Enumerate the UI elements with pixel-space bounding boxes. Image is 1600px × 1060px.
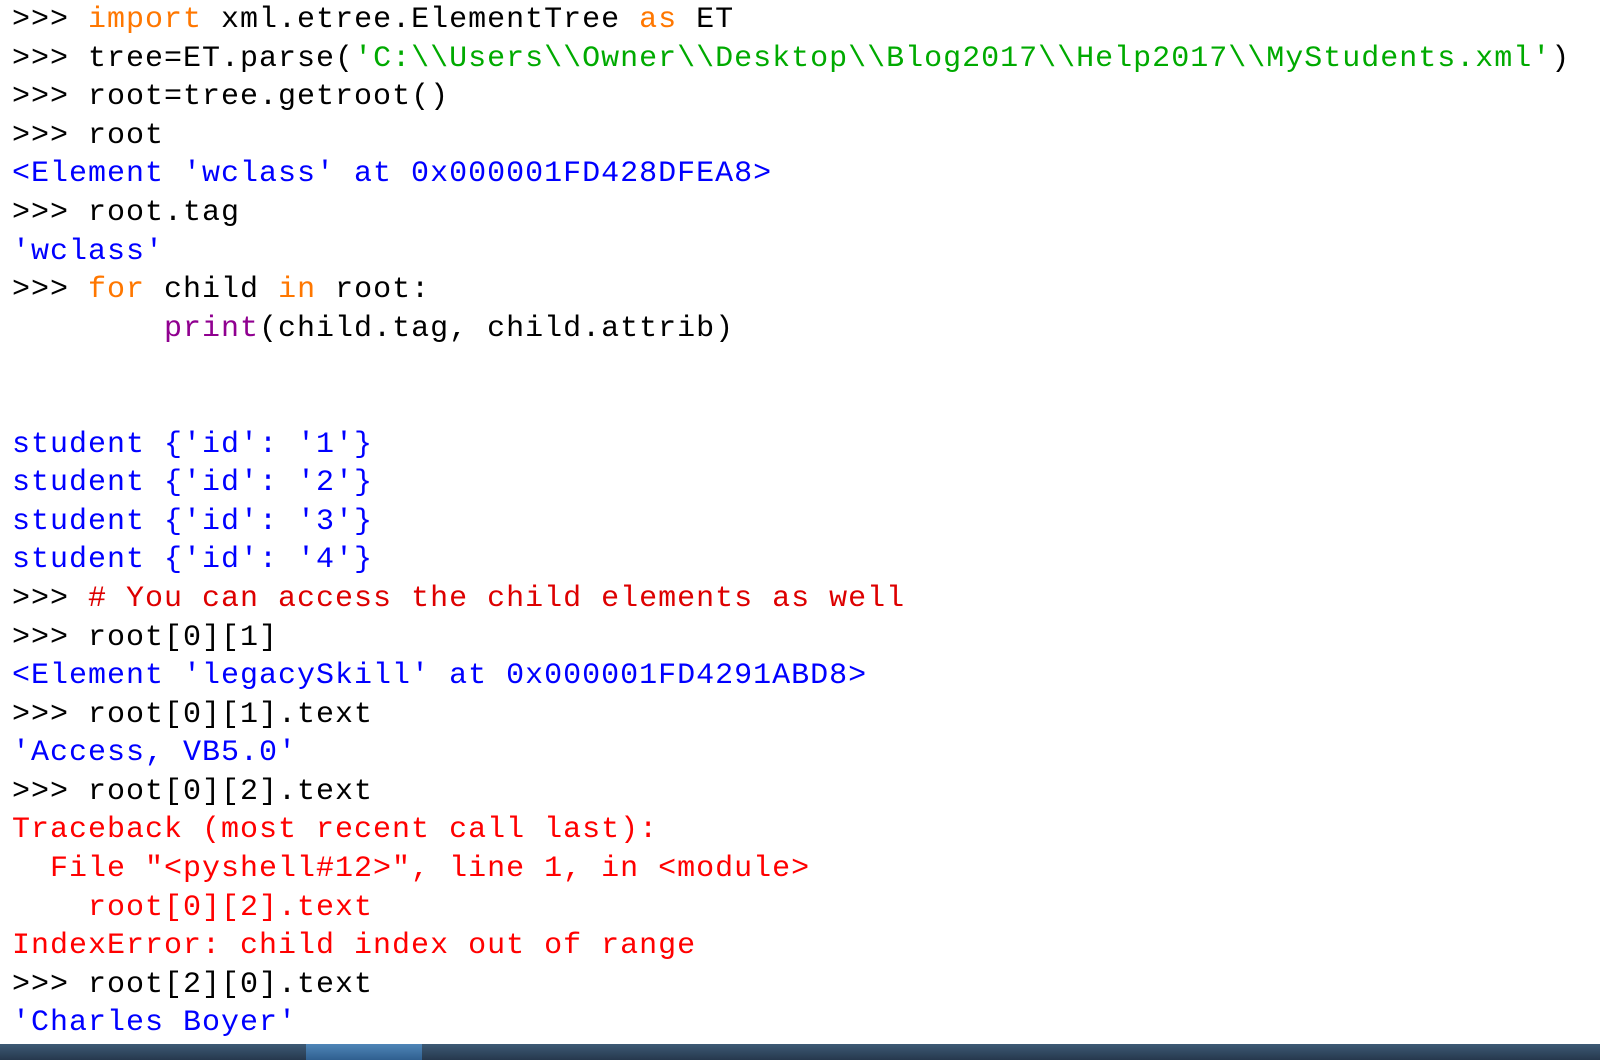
- shell-token: student {'id': '3'}: [12, 504, 374, 539]
- shell-token: 'C:\\Users\\Owner\\Desktop\\Blog2017\\He…: [354, 41, 1552, 76]
- shell-line: 'Charles Boyer': [12, 1004, 1570, 1043]
- shell-line: >>> root[2][0].text: [12, 966, 1570, 1005]
- shell-line: 'Access, VB5.0': [12, 734, 1570, 773]
- shell-token: root[0][1]: [88, 620, 279, 655]
- shell-token: (child.tag, child.attrib): [259, 311, 735, 346]
- shell-line: >>> root[0][2].text: [12, 773, 1570, 812]
- shell-token: root[0][2].text: [12, 890, 374, 925]
- shell-line: >>> root: [12, 117, 1570, 156]
- shell-line: >>> root=tree.getroot(): [12, 78, 1570, 117]
- shell-token: <Element 'legacySkill' at 0x000001FD4291…: [12, 659, 868, 694]
- shell-line: >>> import xml.etree.ElementTree as ET: [12, 1, 1570, 40]
- shell-prompt: >>>: [12, 620, 89, 655]
- shell-line: print(child.tag, child.attrib): [12, 310, 1570, 349]
- shell-token: student {'id': '4'}: [12, 543, 374, 578]
- shell-token: Traceback (most recent call last):: [12, 813, 659, 848]
- shell-token: root:: [316, 273, 431, 308]
- shell-line: >>> root.tag: [12, 194, 1570, 233]
- shell-line: >>> # You can access the child elements …: [12, 580, 1570, 619]
- shell-token: <Element 'wclass' at 0x000001FD428DFEA8>: [12, 157, 773, 192]
- shell-line: >>> tree=ET.parse('C:\\Users\\Owner\\Des…: [12, 40, 1570, 79]
- shell-token: student {'id': '1'}: [12, 427, 374, 462]
- shell-token: for: [88, 273, 146, 308]
- shell-prompt: >>>: [12, 967, 89, 1002]
- shell-line: File "<pyshell#12>", line 1, in <module>: [12, 850, 1570, 889]
- python-shell-window[interactable]: >>> import xml.etree.ElementTree as ET >>…: [0, 0, 1600, 1044]
- shell-line: <Element 'wclass' at 0x000001FD428DFEA8>: [12, 155, 1570, 194]
- shell-line: student {'id': '3'}: [12, 503, 1570, 542]
- taskbar-active-button[interactable]: [306, 1044, 422, 1060]
- shell-line: IndexError: child index out of range: [12, 927, 1570, 966]
- shell-token: root.tag: [88, 195, 241, 230]
- shell-prompt: >>>: [12, 195, 89, 230]
- shell-line: Traceback (most recent call last):: [12, 811, 1570, 850]
- shell-line: student {'id': '1'}: [12, 426, 1570, 465]
- shell-token: File "<pyshell#12>", line 1, in <module>: [12, 852, 811, 887]
- shell-token: [12, 312, 164, 346]
- shell-token: root[0][2].text: [88, 774, 374, 809]
- shell-prompt: >>>: [12, 3, 89, 37]
- shell-prompt: >>>: [12, 80, 89, 115]
- shell-prompt: >>>: [12, 774, 89, 809]
- shell-line: student {'id': '4'}: [12, 541, 1570, 580]
- shell-token: root[0][1].text: [88, 697, 374, 732]
- shell-prompt: >>>: [12, 273, 89, 308]
- shell-prompt: >>>: [12, 41, 89, 76]
- shell-line: >>> root[0][1].text: [12, 696, 1570, 735]
- shell-token: import: [88, 3, 203, 37]
- shell-token: 'Charles Boyer': [12, 1006, 298, 1041]
- shell-prompt: >>>: [12, 118, 89, 153]
- shell-prompt: >>>: [12, 581, 89, 616]
- shell-text-area[interactable]: >>> import xml.etree.ElementTree as ET >>…: [12, 1, 1570, 1043]
- shell-token: 'wclass': [12, 234, 165, 269]
- shell-token: in: [278, 273, 317, 308]
- shell-line: student {'id': '2'}: [12, 464, 1570, 503]
- shell-token: root=tree.getroot(): [88, 80, 450, 115]
- shell-token: tree=ET.parse(: [88, 41, 355, 76]
- shell-token: IndexError: child index out of range: [12, 929, 697, 964]
- shell-token: # You can access the child elements as w…: [88, 581, 906, 616]
- shell-prompt: >>>: [12, 697, 89, 732]
- shell-token: xml.etree.ElementTree: [202, 3, 640, 37]
- shell-token: print: [164, 311, 260, 346]
- shell-token: as: [639, 3, 678, 37]
- shell-token: student {'id': '2'}: [12, 466, 374, 501]
- shell-line: <Element 'legacySkill' at 0x000001FD4291…: [12, 657, 1570, 696]
- shell-line: root[0][2].text: [12, 889, 1570, 928]
- shell-token: root[2][0].text: [88, 967, 374, 1002]
- shell-token: 'Access, VB5.0': [12, 736, 298, 771]
- shell-token: child: [145, 273, 279, 308]
- shell-token: root: [88, 118, 165, 153]
- shell-token: ): [1551, 41, 1571, 76]
- shell-token: ET: [677, 3, 735, 37]
- taskbar: [0, 1044, 1600, 1060]
- shell-line: >>> root[0][1]: [12, 619, 1570, 658]
- shell-line: >>> for child in root:: [12, 271, 1570, 310]
- shell-line: 'wclass': [12, 233, 1570, 272]
